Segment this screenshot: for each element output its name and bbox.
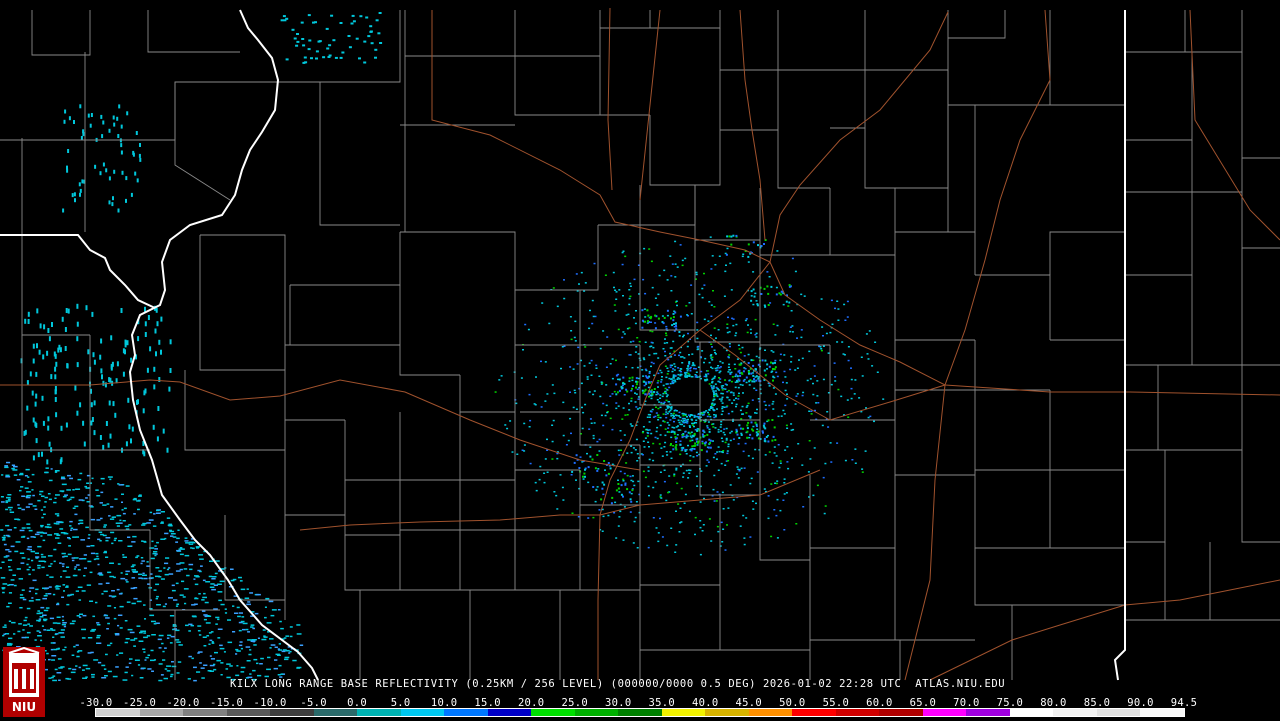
- scale-label: 90.0: [1127, 697, 1154, 709]
- scale-label: 20.0: [517, 697, 545, 709]
- scale-label: -15.0: [209, 697, 244, 709]
- scale-swatch: [922, 709, 967, 716]
- scale-swatch: [1096, 709, 1141, 716]
- scale-label: 75.0: [996, 697, 1024, 709]
- scale-swatch: [357, 709, 401, 716]
- scale-label: 50.0: [779, 697, 806, 709]
- color-scale-bar: [95, 708, 1185, 717]
- scale-label: 65.0: [909, 697, 937, 709]
- scale-label: 85.0: [1083, 697, 1111, 709]
- scale-label: 30.0: [604, 697, 632, 709]
- radar-map: [0, 0, 1280, 720]
- scale-label: -20.0: [166, 697, 200, 709]
- product-title: KILX LONG RANGE BASE REFLECTIVITY (0.25K…: [230, 678, 1006, 690]
- color-scale-labels: -30.0 -25.0 -20.0 -15.0 -10.0 -5.0 0.0 5.0 10.0 1…: [79, 697, 1197, 709]
- scale-swatch: [1140, 709, 1184, 716]
- scale-label: -10.0: [253, 697, 287, 709]
- scale-swatch: [531, 709, 575, 716]
- scale-swatch: [313, 709, 358, 716]
- scale-swatch: [96, 709, 140, 716]
- scale-swatch: [1009, 709, 1054, 716]
- scale-swatch: [618, 709, 662, 716]
- scale-label: 10.0: [430, 697, 458, 709]
- scale-label: -30.0: [79, 697, 113, 709]
- niu-logo: NIU: [3, 646, 45, 717]
- scale-label: 80.0: [1040, 697, 1067, 709]
- scale-label: 35.0: [648, 697, 675, 709]
- scale-label: -5.0: [300, 697, 327, 709]
- scale-swatch: [879, 709, 923, 716]
- scale-swatch: [835, 709, 880, 716]
- scale-label: 5.0: [390, 697, 411, 709]
- scale-swatch: [487, 709, 532, 716]
- scale-label: 60.0: [866, 697, 893, 709]
- scale-swatch: [792, 709, 836, 716]
- scale-label: 0.0: [347, 697, 368, 709]
- scale-label: -25.0: [122, 697, 157, 709]
- scale-swatch: [139, 709, 184, 716]
- scale-swatch: [705, 709, 749, 716]
- scale-swatch: [183, 709, 227, 716]
- scale-label: 70.0: [953, 697, 980, 709]
- scale-swatch: [574, 709, 619, 716]
- scale-swatch: [1053, 709, 1097, 716]
- scale-label: 40.0: [692, 697, 719, 709]
- scale-swatch: [400, 709, 445, 716]
- scale-swatch: [270, 709, 314, 716]
- scale-swatch: [444, 709, 488, 716]
- scale-label: 25.0: [561, 697, 588, 709]
- scale-swatch: [966, 709, 1010, 716]
- scale-swatch: [226, 709, 271, 716]
- scale-label: 15.0: [474, 697, 501, 709]
- scale-label: 55.0: [822, 697, 850, 709]
- scale-swatch: [661, 709, 706, 716]
- scale-swatch: [748, 709, 793, 716]
- logo-text: NIU: [12, 700, 36, 714]
- scale-label: 45.0: [735, 697, 763, 709]
- scale-label: 94.5: [1170, 697, 1198, 709]
